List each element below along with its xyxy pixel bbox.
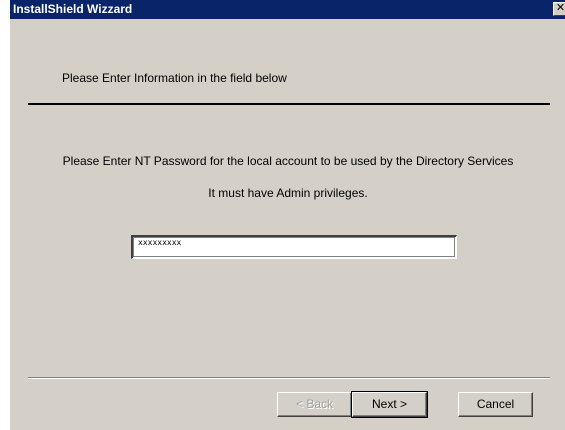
header-divider — [28, 103, 550, 105]
footer-divider — [28, 377, 550, 379]
window-title: InstallShield Wizzard — [13, 2, 133, 16]
back-button[interactable]: < Back — [277, 392, 352, 417]
password-prompt: Please Enter NT Password for the local a… — [62, 154, 514, 168]
next-button[interactable]: Next > — [351, 391, 428, 418]
cancel-button[interactable]: Cancel — [458, 392, 533, 417]
close-icon: ✕ — [555, 2, 565, 14]
close-button[interactable]: ✕ — [553, 2, 565, 16]
password-field[interactable]: xxxxxxxxx — [131, 235, 457, 259]
header-instruction: Please Enter Information in the field be… — [62, 71, 287, 85]
privileges-note: It must have Admin privileges. — [208, 186, 368, 200]
title-bar: InstallShield Wizzard ✕ — [10, 0, 565, 19]
installshield-dialog: InstallShield Wizzard ✕ Please Enter Inf… — [9, 0, 565, 430]
